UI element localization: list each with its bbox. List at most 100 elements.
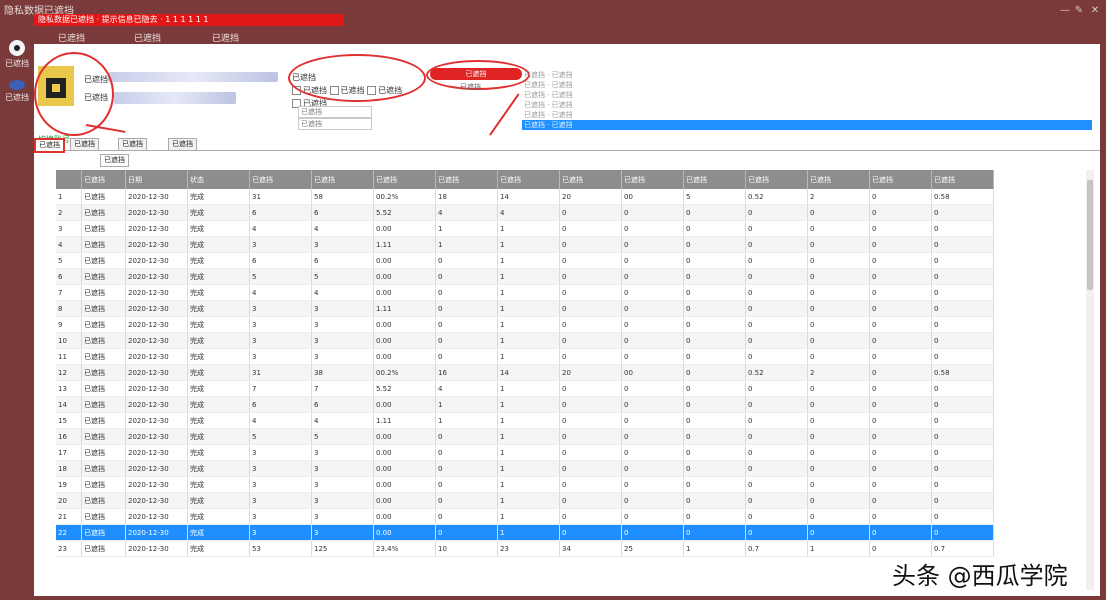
table-cell: 3 [311,332,374,349]
scrollbar[interactable] [1086,170,1094,590]
table-cell: 2020-12-30 [125,540,188,557]
table-cell: 0 [621,300,684,317]
close-icon[interactable]: ✕ [1090,6,1100,16]
column-header[interactable]: 状态 [187,170,250,189]
table-cell: 5 [56,252,82,269]
column-header[interactable]: 已遮挡 [373,170,436,189]
table-row[interactable]: 19 已遮挡 2020-12-30 完成 3 3 0.00 0 1 0 0 0 0 0 0 0 [56,476,994,493]
minimize-icon[interactable]: — [1060,6,1070,16]
column-header[interactable]: 已遮挡 [807,170,870,189]
subtab-3[interactable]: 已遮挡 [118,138,147,150]
table-row[interactable]: 15 已遮挡 2020-12-30 完成 4 4 1.11 1 1 0 0 0 0 0 0 0 [56,412,994,429]
table-cell: 0 [683,364,746,381]
table-row[interactable]: 7 已遮挡 2020-12-30 完成 4 4 0.00 0 1 0 0 0 0 0 0 0 [56,284,994,301]
table-cell: 0 [621,476,684,493]
pen-icon[interactable]: ✎ [1074,6,1084,16]
column-header[interactable]: 已遮挡 [497,170,560,189]
table-cell: 4 [311,412,374,429]
table-row[interactable]: 17 已遮挡 2020-12-30 完成 3 3 0.00 0 1 0 0 0 0 0 0 0 [56,444,994,461]
table-cell: 2020-12-30 [125,236,188,253]
sidebar-item-label: 已遮挡 [5,93,29,102]
table-cell: 已遮挡 [81,220,126,237]
table-cell: 已遮挡 [81,284,126,301]
column-header[interactable]: 已遮挡 [745,170,808,189]
log-row[interactable]: 已遮挡 · 已遮挡 [522,100,1092,110]
table-cell: 完成 [187,364,250,381]
main-content: 已遮挡 已遮挡 切换账号 已遮挡 已遮挡 已遮挡 已遮挡 已遮挡 已遮挡 已遮挡… [34,44,1100,596]
table-row[interactable]: 4 已遮挡 2020-12-30 完成 3 3 1.11 1 1 0 0 0 0 0 0 0 [56,236,994,253]
log-row-selected[interactable]: 已遮挡 · 已遮挡 [522,120,1092,130]
table-cell: 1 [497,412,560,429]
redacted-id [114,92,236,104]
table-cell: 完成 [187,540,250,557]
column-header[interactable]: 已遮挡 [81,170,126,189]
table-row[interactable]: 23 已遮挡 2020-12-30 完成 53 125 23.4% 10 23 34 25 1 0.7 1… [56,540,994,557]
subtab-level2[interactable]: 已遮挡 [100,154,129,167]
table-cell: 7 [249,380,312,397]
table-cell: 00 [621,189,684,205]
select-1[interactable]: 已遮挡 [298,106,372,118]
table-cell: 14 [497,364,560,381]
table-row[interactable]: 10 已遮挡 2020-12-30 完成 3 3 0.00 0 1 0 0 0 0 0 0 0 [56,332,994,349]
table-cell: 1 [497,316,560,333]
column-header[interactable]: 已遮挡 [559,170,622,189]
column-header[interactable]: 已遮挡 [249,170,312,189]
table-cell: 完成 [187,332,250,349]
tab-1[interactable]: 已遮挡 [58,31,85,44]
table-row[interactable]: 9 已遮挡 2020-12-30 完成 3 3 0.00 0 1 0 0 0 0 0 0 0 [56,316,994,333]
table-row[interactable]: 18 已遮挡 2020-12-30 完成 3 3 0.00 0 1 0 0 0 0 0 0 0 [56,460,994,477]
sidebar-item-2[interactable]: 已遮挡 [2,80,32,103]
table-row[interactable]: 1 已遮挡 2020-12-30 完成 31 58 00.2% 18 14 20 00 5 0.52 2 0… [56,189,994,205]
table-row[interactable]: 12 已遮挡 2020-12-30 完成 31 38 00.2% 16 14 20 00 0 0.52 2… [56,364,994,381]
column-header[interactable]: 已遮挡 [435,170,498,189]
subtab-2[interactable]: 已遮挡 [70,138,99,150]
subtab-4[interactable]: 已遮挡 [168,138,197,150]
table-cell: 0 [683,252,746,269]
table-cell: 1.11 [373,412,436,429]
table-cell: 完成 [187,316,250,333]
table-cell: 0 [807,412,870,429]
select-2[interactable]: 已遮挡 [298,118,372,130]
table-cell: 2020-12-30 [125,524,188,541]
table-cell: 0.00 [373,284,436,301]
column-header[interactable]: 已遮挡 [931,170,994,189]
table-row[interactable]: 21 已遮挡 2020-12-30 完成 3 3 0.00 0 1 0 0 0 0 0 0 0 [56,508,994,525]
table-cell: 0.00 [373,396,436,413]
table-cell: 0 [683,204,746,221]
log-row[interactable]: 已遮挡 · 已遮挡 [522,70,1092,80]
table-row[interactable]: 6 已遮挡 2020-12-30 完成 5 5 0.00 0 1 0 0 0 0 0 0 0 [56,268,994,285]
table-cell: 7 [311,380,374,397]
table-row[interactable]: 2 已遮挡 2020-12-30 完成 6 6 5.52 4 4 0 0 0 0 0 0 0 [56,204,994,221]
table-row[interactable]: 5 已遮挡 2020-12-30 完成 6 6 0.00 0 1 0 0 0 0 0 0 0 [56,252,994,269]
table-cell: 8 [56,300,82,317]
column-header[interactable]: 日期 [125,170,188,189]
table-row[interactable]: 20 已遮挡 2020-12-30 完成 3 3 0.00 0 1 0 0 0 0 0 0 0 [56,492,994,509]
table-row[interactable]: 16 已遮挡 2020-12-30 完成 5 5 0.00 0 1 0 0 0 0 0 0 0 [56,428,994,445]
table-cell: 3 [311,476,374,493]
table-cell: 0 [869,220,932,237]
secondary-link[interactable]: 已遮挡 [460,82,481,92]
column-header[interactable]: 已遮挡 [311,170,374,189]
sidebar-item-1[interactable]: 已遮挡 [2,40,32,69]
log-row[interactable]: 已遮挡 · 已遮挡 [522,90,1092,100]
table-cell: 0 [683,268,746,285]
table-row[interactable]: 11 已遮挡 2020-12-30 完成 3 3 0.00 0 1 0 0 0 0 0 0 0 [56,348,994,365]
table-cell: 已遮挡 [81,364,126,381]
table-row[interactable]: 14 已遮挡 2020-12-30 完成 6 6 0.00 1 1 0 0 0 0 0 0 0 [56,396,994,413]
oval-icon [9,80,25,90]
log-row[interactable]: 已遮挡 · 已遮挡 [522,80,1092,90]
scroll-thumb[interactable] [1087,180,1093,290]
table-row[interactable]: 3 已遮挡 2020-12-30 完成 4 4 0.00 1 1 0 0 0 0 0 0 0 [56,220,994,237]
log-row[interactable]: 已遮挡 · 已遮挡 [522,110,1092,120]
table-cell: 1 [497,236,560,253]
subtab-1[interactable]: 已遮挡 [34,138,65,153]
tab-3[interactable]: 已遮挡 [212,31,239,44]
table-cell: 0 [621,332,684,349]
table-cell: 31 [249,364,312,381]
table-row[interactable]: 8 已遮挡 2020-12-30 完成 3 3 1.11 0 1 0 0 0 0 0 0 0 [56,300,994,317]
column-header[interactable]: 已遮挡 [683,170,746,189]
table-row[interactable]: 22 已遮挡 2020-12-30 完成 3 3 0.00 0 1 0 0 0 0 0 0 0 [56,524,994,541]
table-row[interactable]: 13 已遮挡 2020-12-30 完成 7 7 5.52 4 1 0 0 0 0 0 0 0 [56,380,994,397]
column-header[interactable]: 已遮挡 [869,170,932,189]
column-header[interactable]: 已遮挡 [621,170,684,189]
